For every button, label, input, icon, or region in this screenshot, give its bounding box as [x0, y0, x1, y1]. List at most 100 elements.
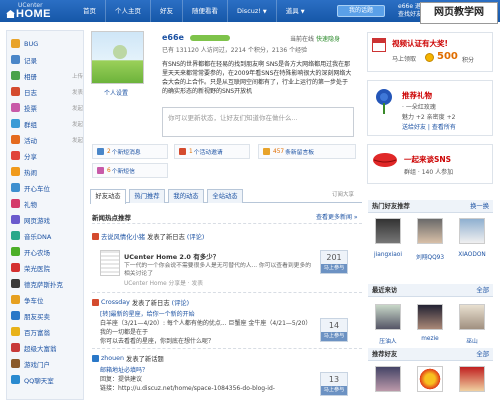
feed-more-link[interactable]: 查看更多新闻 »: [316, 212, 358, 221]
friend-avatar[interactable]: [417, 218, 443, 244]
topics-button[interactable]: 我的话题: [337, 5, 385, 17]
vote-button[interactable]: 马上参与: [321, 332, 347, 341]
sidebar-item[interactable]: 网页游戏: [11, 213, 83, 226]
recommend-avatar[interactable]: [459, 366, 485, 392]
tab-hot[interactable]: 热门推荐: [129, 189, 165, 203]
friend-avatar[interactable]: [375, 218, 401, 244]
comment-link[interactable]: (评论): [172, 298, 190, 307]
nav-home[interactable]: 首页: [74, 0, 105, 22]
friend-avatar[interactable]: [459, 218, 485, 244]
tab-all[interactable]: 全站动态: [207, 189, 243, 203]
sidebar-item-label: 音乐DNA: [24, 232, 52, 241]
gift-name[interactable]: · 一朵红玫瑰: [402, 102, 436, 111]
vote-button[interactable]: 马上参与: [321, 264, 347, 273]
app-icon: [11, 199, 20, 208]
status-input[interactable]: 你可以更新状态，让好友们知道你在做什么...: [162, 107, 354, 137]
sidebar-item-action[interactable]: 发起: [72, 120, 83, 128]
comment-link[interactable]: (评论): [187, 232, 205, 241]
cert-score: 500: [437, 51, 458, 62]
visitors-section-header: 最近来访 全部: [368, 284, 493, 297]
visitor-name[interactable]: mezie: [413, 336, 447, 342]
sidebar-item[interactable]: BUG: [11, 37, 83, 50]
sidebar-item[interactable]: 记录: [11, 53, 83, 66]
notice-sms[interactable]: 6 个新短信: [92, 163, 168, 178]
feed-user-link[interactable]: Crossday: [101, 299, 130, 306]
watermark: 网页教学网: [420, 2, 498, 24]
recommend-avatar[interactable]: [375, 366, 401, 392]
all-link[interactable]: 全部: [476, 348, 489, 361]
sidebar-item[interactable]: QQ聊天室: [11, 373, 83, 386]
recommend-section-header: 推荐好友 全部: [368, 348, 493, 361]
feed-user-link[interactable]: zhouen: [101, 355, 124, 362]
blog-title[interactable]: UCenter Home 2.0 有多少？: [124, 251, 219, 261]
sidebar-item[interactable]: 投票 发起: [11, 101, 83, 114]
sns-title[interactable]: 一起来谈SNS: [404, 154, 451, 165]
gift-effect: 魅力 +2 亲密度 +2: [402, 114, 456, 121]
sidebar-item-action[interactable]: 发起: [72, 136, 83, 144]
visitor-avatar[interactable]: [417, 304, 443, 330]
rss-link[interactable]: 订阅大享: [332, 190, 354, 198]
friend-name[interactable]: XIAODON: [455, 252, 489, 258]
nav-friends[interactable]: 好友: [150, 0, 182, 22]
sidebar-item-label: 朋友买卖: [24, 312, 50, 321]
tab-friends-feed[interactable]: 好友动态: [90, 189, 126, 204]
nav-tools[interactable]: 道具 ▼: [275, 0, 314, 22]
notice-count: 1: [189, 148, 193, 155]
nav-explore[interactable]: 随便看看: [182, 0, 227, 22]
sidebar-item[interactable]: 群组 发起: [11, 117, 83, 130]
sidebar-item-action[interactable]: 发表: [72, 88, 83, 96]
sidebar-item-action[interactable]: 上传: [72, 72, 83, 80]
recommend-avatar[interactable]: [417, 366, 443, 392]
sidebar-item[interactable]: 德克萨斯扑克: [11, 277, 83, 290]
visitor-name[interactable]: 压油人: [371, 336, 405, 345]
snippet-title[interactable]: 邮箱地址必填吗？: [100, 366, 315, 375]
blog-icon: [92, 299, 99, 306]
vote-button[interactable]: 马上参与: [321, 386, 347, 395]
sidebar-item[interactable]: 朋友买卖: [11, 309, 83, 322]
feed-user-link[interactable]: 去说风情化小猪: [101, 232, 145, 241]
nav-profile[interactable]: 个人主页: [105, 0, 150, 22]
sidebar-item-label: 超级大富翁: [24, 344, 57, 353]
friend-name[interactable]: jiangxiaoi: [371, 252, 405, 258]
stealth-toggle[interactable]: 快速隐身: [316, 36, 340, 43]
username[interactable]: e66e: [162, 33, 184, 42]
sidebar-item-label: 投票: [24, 104, 37, 113]
sidebar-item[interactable]: 礼物: [11, 197, 83, 210]
nav-discuz[interactable]: Discuz! ▼: [227, 0, 276, 22]
sidebar-item[interactable]: 百万富翁: [11, 325, 83, 338]
snippet-title[interactable]: [转]最新的星座，给你一个新的开始: [100, 310, 315, 319]
sidebar-item[interactable]: 开心农场: [11, 245, 83, 258]
refresh-link[interactable]: 换一换: [470, 200, 489, 213]
notice-events[interactable]: 1 个活动邀请: [174, 144, 250, 159]
sidebar-item[interactable]: 超级大富翁: [11, 341, 83, 354]
cert-title[interactable]: 视频认证有大奖!: [392, 38, 448, 49]
sidebar-item-action[interactable]: 发起: [72, 104, 83, 112]
friend-name[interactable]: 刘翔QQ93: [413, 252, 447, 261]
sidebar-item[interactable]: 音乐DNA: [11, 229, 83, 242]
calendar-icon: [372, 38, 386, 52]
app-icon: [11, 375, 20, 384]
visitor-avatar[interactable]: [459, 304, 485, 330]
sidebar-item[interactable]: 热闹: [11, 165, 83, 178]
gift-links[interactable]: 送给好友 | 查看所有: [402, 122, 456, 131]
sidebar-item[interactable]: 相册 上传: [11, 69, 83, 82]
blog-thumbnail[interactable]: [100, 250, 120, 276]
sidebar-item[interactable]: 开心车位: [11, 181, 83, 194]
notice-wall[interactable]: 457 条新留言板: [258, 144, 356, 159]
avatar-settings-link[interactable]: 个人设置: [104, 88, 128, 97]
visitor-name[interactable]: 巫山: [455, 336, 489, 345]
logo-title[interactable]: HOME: [16, 8, 51, 20]
sidebar-item-label: 荣光医院: [24, 264, 50, 273]
visitor-avatar[interactable]: [375, 304, 401, 330]
sidebar-item[interactable]: 日志 发表: [11, 85, 83, 98]
sidebar-item-label: QQ聊天室: [24, 376, 54, 385]
notice-messages[interactable]: 2 个新短消息: [92, 144, 168, 159]
sidebar-item-label: 分享: [24, 152, 37, 161]
sidebar-item[interactable]: 游戏门户: [11, 357, 83, 370]
all-link[interactable]: 全部: [476, 284, 489, 297]
tab-mine[interactable]: 我的动态: [168, 189, 204, 203]
sidebar-item[interactable]: 争车位: [11, 293, 83, 306]
sidebar-item[interactable]: 荣光医院: [11, 261, 83, 274]
sidebar-item[interactable]: 活动 发起: [11, 133, 83, 146]
sidebar-item[interactable]: 分享: [11, 149, 83, 162]
